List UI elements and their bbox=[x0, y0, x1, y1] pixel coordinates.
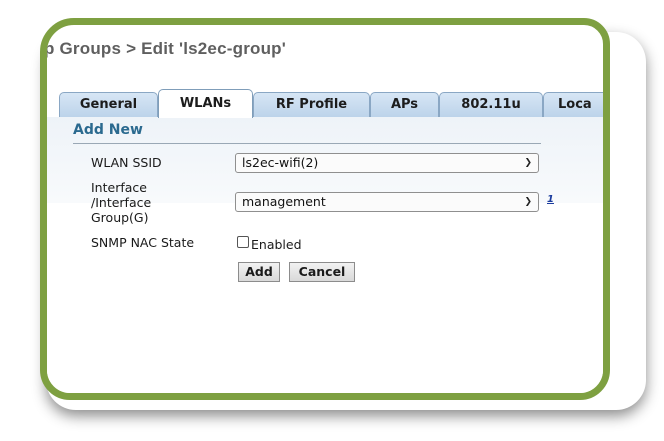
wlan-ssid-select[interactable]: ls2ec-wifi(2) ❯ bbox=[235, 153, 539, 173]
tab-general[interactable]: General bbox=[59, 92, 158, 117]
screenshot-frame: p Groups > Edit 'ls2ec-group' General WL… bbox=[40, 18, 610, 400]
page-content: p Groups > Edit 'ls2ec-group' General WL… bbox=[47, 25, 603, 393]
interface-label-line-3: Group(G) bbox=[91, 210, 149, 225]
tab-aps[interactable]: APs bbox=[370, 92, 439, 117]
tab-802-11u[interactable]: 802.11u bbox=[439, 92, 543, 117]
interface-label: Interface /Interface Group(G) bbox=[91, 180, 151, 225]
page-title-text: p Groups > Edit 'ls2ec-group' bbox=[44, 39, 286, 58]
tab-location[interactable]: Loca bbox=[543, 92, 603, 117]
chevron-down-icon: ❯ bbox=[524, 158, 532, 168]
add-button[interactable]: Add bbox=[238, 262, 280, 282]
chevron-down-icon: ❯ bbox=[524, 197, 532, 207]
snmp-nac-label: SNMP NAC State bbox=[91, 235, 195, 250]
page-title: p Groups > Edit 'ls2ec-group' bbox=[47, 39, 289, 59]
snmp-enabled-checkbox[interactable] bbox=[237, 236, 249, 248]
interface-label-line-2: /Interface bbox=[91, 195, 152, 210]
cancel-button[interactable]: Cancel bbox=[289, 262, 355, 282]
section-divider bbox=[73, 143, 541, 144]
tab-wlans[interactable]: WLANs bbox=[158, 89, 253, 118]
wlan-ssid-label: WLAN SSID bbox=[91, 155, 162, 170]
snmp-enabled-label: Enabled bbox=[251, 237, 302, 252]
interface-value: management bbox=[242, 194, 326, 209]
add-new-heading: Add New bbox=[73, 122, 143, 138]
tab-rf-profile[interactable]: RF Profile bbox=[253, 92, 370, 117]
tab-bar: General WLANs RF Profile APs 802.11u Loc… bbox=[47, 89, 603, 118]
interface-label-line-1: Interface bbox=[91, 180, 147, 195]
interface-help-link[interactable]: 1 bbox=[547, 194, 554, 205]
wlan-ssid-value: ls2ec-wifi(2) bbox=[242, 155, 319, 170]
interface-select[interactable]: management ❯ bbox=[235, 192, 539, 212]
